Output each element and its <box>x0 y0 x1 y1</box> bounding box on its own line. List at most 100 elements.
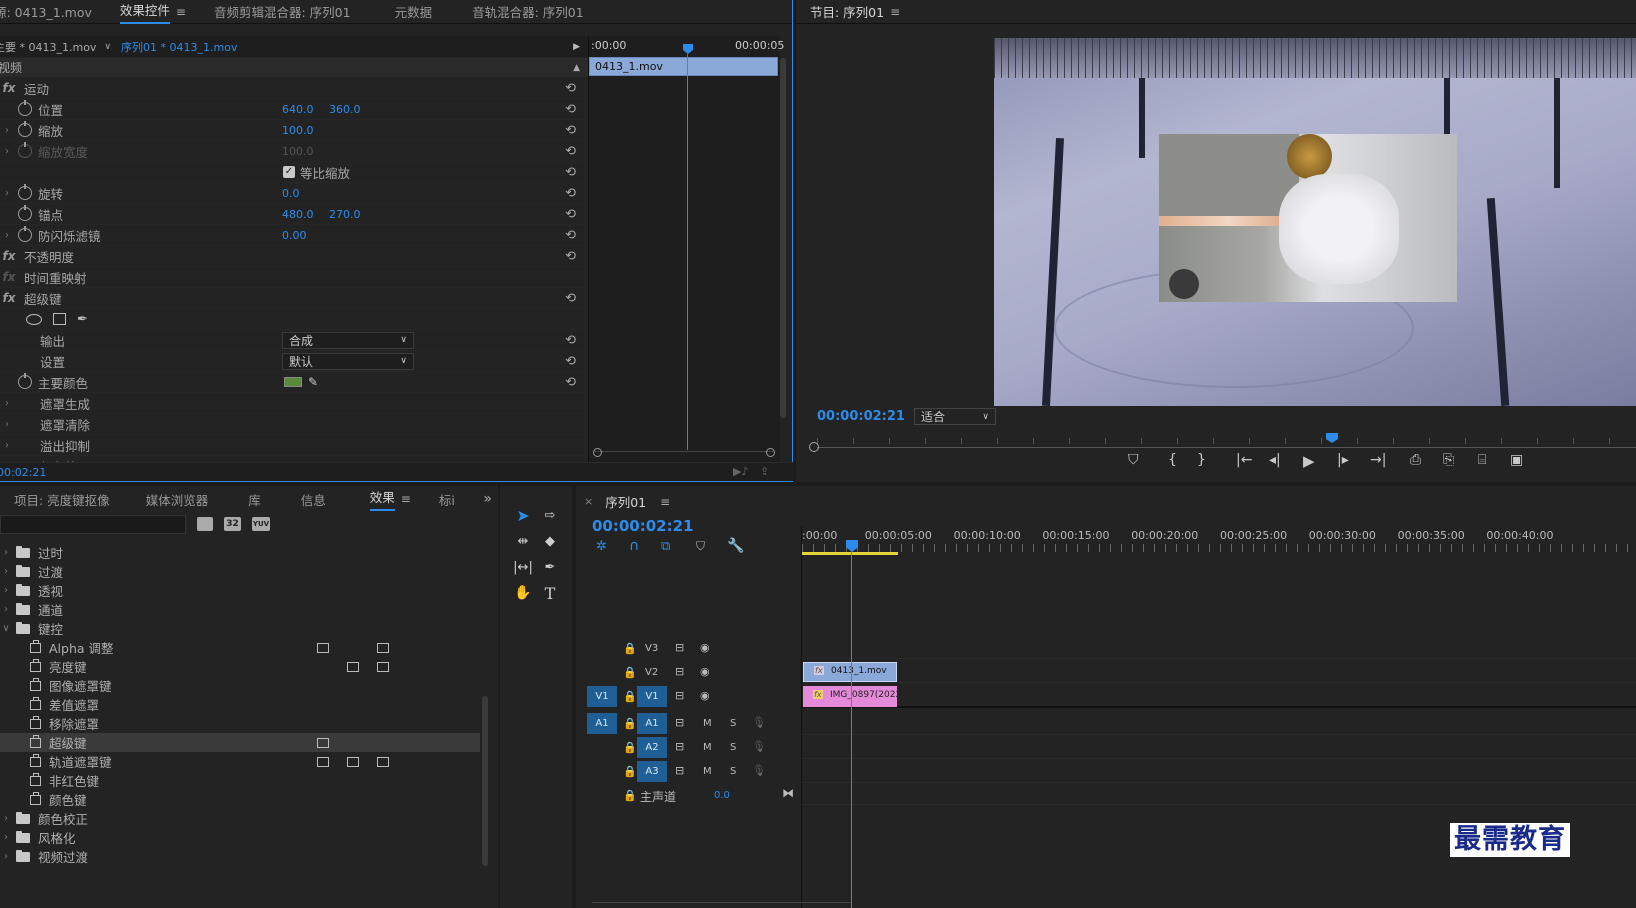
fx-icon[interactable]: fx <box>0 249 18 263</box>
tab-audio-track-mixer[interactable]: 音轨混合器: 序列01 <box>446 0 598 23</box>
v2-eye-icon[interactable]: ◉ <box>700 665 710 678</box>
anchor-y-value[interactable]: 270.0 <box>329 208 361 221</box>
clip-v2[interactable]: fx 0413_1.mov <box>803 662 897 682</box>
track-a2-label[interactable]: A2 <box>637 737 667 758</box>
reset-icon[interactable]: ⟲ <box>565 165 576 180</box>
effect-current-time[interactable]: 00:02:21 <box>0 466 46 479</box>
step-forward-icon[interactable]: |▸ <box>1337 452 1349 468</box>
anchor-x-value[interactable]: 480.0 <box>282 208 314 221</box>
chevron-right-icon[interactable]: › <box>0 419 14 430</box>
track-v3[interactable] <box>802 636 1636 659</box>
reset-icon[interactable]: ⟲ <box>565 81 576 96</box>
overlay-clip[interactable] <box>1159 134 1457 302</box>
a2-solo-button[interactable]: S <box>730 742 736 753</box>
a3-sync-icon[interactable]: ⊟ <box>675 764 684 777</box>
v3-sync-icon[interactable]: ⊟ <box>675 641 684 654</box>
chevron-right-icon[interactable]: › <box>0 230 14 241</box>
yuv-effects-icon[interactable]: YUV <box>252 517 270 531</box>
track-a1[interactable] <box>802 711 1636 735</box>
scroll-handle-left[interactable] <box>593 448 602 457</box>
track-v1[interactable] <box>802 684 1636 708</box>
clip-v1[interactable]: fx IMG_0897(2022 <box>803 686 901 707</box>
folder-item[interactable]: › 透视 <box>0 581 480 600</box>
track-v3-label[interactable]: V3 <box>645 643 658 654</box>
effect-item[interactable]: 非红色键 <box>0 771 480 790</box>
a3-mute-button[interactable]: M <box>703 766 712 777</box>
folder-item[interactable]: › 过渡 <box>0 562 480 581</box>
pen-mask-icon[interactable]: ✒ <box>77 312 88 327</box>
linked-selection-icon[interactable]: ⧉ <box>661 539 670 554</box>
chevron-right-icon[interactable]: › <box>0 813 14 824</box>
scroll-handle-right[interactable] <box>766 448 775 457</box>
panel-menu-icon[interactable]: ≡ <box>401 492 411 506</box>
reset-icon[interactable]: ⟲ <box>565 291 576 306</box>
effect-item[interactable]: 差值遮罩 <box>0 695 480 714</box>
track-a3[interactable] <box>802 759 1636 783</box>
fx-icon[interactable]: fx <box>0 81 18 95</box>
reset-icon[interactable]: ⟲ <box>565 375 576 390</box>
fx-icon[interactable]: fx <box>0 291 18 305</box>
a1-mic-icon[interactable]: 🎙 <box>752 716 766 729</box>
reset-icon[interactable]: ⟲ <box>565 102 576 117</box>
wrench-icon[interactable]: 🔧 <box>727 538 744 554</box>
reset-icon[interactable]: ⟲ <box>565 354 576 369</box>
stopwatch-icon[interactable] <box>18 373 32 389</box>
reset-icon[interactable]: ⟲ <box>565 249 576 264</box>
chevron-right-icon[interactable]: › <box>0 125 14 136</box>
chevron-right-icon[interactable]: › <box>0 566 14 577</box>
tab-info[interactable]: 信息 <box>275 486 340 512</box>
ripple-edit-tool-icon[interactable]: ⇹ <box>511 529 535 553</box>
tab-media-browser[interactable]: 媒体浏览器 <box>124 486 223 512</box>
mark-out-icon[interactable]: } <box>1197 452 1206 468</box>
a2-mute-button[interactable]: M <box>703 742 712 753</box>
eyedropper-icon[interactable]: ✎ <box>308 375 318 389</box>
tab-libraries[interactable]: 库 <box>222 486 275 512</box>
chevron-right-icon[interactable]: › <box>0 547 14 558</box>
chevron-right-icon[interactable]: › <box>0 832 14 843</box>
more-panels-icon[interactable]: » <box>483 491 492 507</box>
chevron-right-icon[interactable]: › <box>0 851 14 862</box>
effects-scrollbar[interactable] <box>482 696 488 866</box>
go-to-end-icon[interactable]: ⧓ <box>782 786 794 800</box>
a1-solo-button[interactable]: S <box>730 718 736 729</box>
type-tool-icon[interactable]: T <box>538 581 562 605</box>
folder-item[interactable]: ∨ 键控 <box>0 619 480 638</box>
track-a3-label[interactable]: A3 <box>637 761 667 782</box>
tab-effect-controls[interactable]: 效果控件 ≡ <box>106 0 200 24</box>
add-marker-icon[interactable]: ⛉ <box>1128 452 1139 468</box>
compare-view-icon[interactable]: ▣ <box>1510 452 1523 468</box>
mark-in-icon[interactable]: { <box>1168 452 1177 468</box>
effect-mini-timeline[interactable]: :00:00 00:00:05 0413_1.mov <box>588 36 784 462</box>
collapse-icon[interactable]: ▲ <box>573 63 580 73</box>
effect-vertical-scrollbar[interactable] <box>780 58 786 418</box>
effect-motion[interactable]: fx 运动 ⟲ <box>0 78 588 99</box>
stopwatch-icon[interactable] <box>18 205 32 221</box>
lift-icon[interactable]: ⎙ <box>1410 452 1421 468</box>
effect-opacity[interactable]: fx 不透明度 ⟲ <box>0 246 588 267</box>
chevron-down-icon[interactable]: ∨ <box>0 623 14 634</box>
v3-eye-icon[interactable]: ◉ <box>700 641 710 654</box>
v2-sync-icon[interactable]: ⊟ <box>675 665 684 678</box>
play-audio-icon[interactable]: ▶♪ <box>733 465 748 478</box>
setting-dropdown[interactable]: 默认 ∨ <box>282 352 414 370</box>
output-dropdown[interactable]: 合成 ∨ <box>282 331 414 349</box>
v1-sync-icon[interactable]: ⊟ <box>675 689 684 702</box>
play-icon[interactable]: ▶ <box>1303 452 1315 470</box>
a2-mic-icon[interactable]: 🎙 <box>752 740 766 753</box>
effects-search-input[interactable] <box>0 515 186 534</box>
mini-clip-bar[interactable]: 0413_1.mov <box>589 57 778 76</box>
effect-item[interactable]: 移除遮罩 <box>0 714 480 733</box>
tab-program[interactable]: 节目: 序列01 ≡ <box>796 0 914 23</box>
master-volume-value[interactable]: 0.0 <box>714 790 730 801</box>
track-v1-target[interactable]: V1 <box>637 686 667 707</box>
effect-item[interactable]: Alpha 调整 <box>0 638 480 657</box>
mini-playhead-marker[interactable] <box>683 44 693 54</box>
track-select-tool-icon[interactable]: ⇨ <box>538 503 562 527</box>
chevron-right-icon[interactable]: › <box>0 604 14 615</box>
timeline-ruler[interactable]: :00:00 00:00:05:00 00:00:10:00 00:00:15:00 0… <box>802 526 1636 556</box>
key-color-swatch[interactable] <box>284 377 302 387</box>
reset-icon[interactable]: ⟲ <box>565 207 576 222</box>
stopwatch-icon[interactable] <box>18 226 32 242</box>
v1-eye-icon[interactable]: ◉ <box>700 689 710 702</box>
stopwatch-icon[interactable] <box>18 121 32 137</box>
